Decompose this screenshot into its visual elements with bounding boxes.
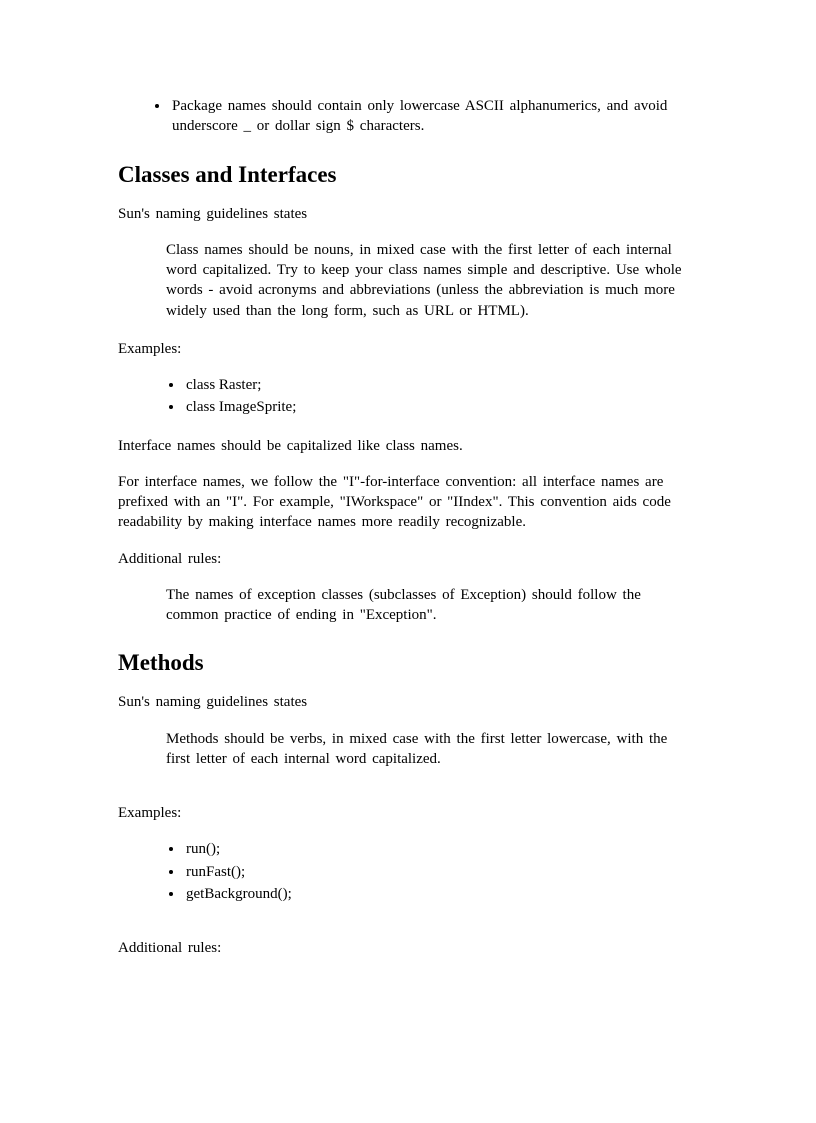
section1-intro: Sun's naming guidelines states (118, 204, 706, 224)
list-item: class ImageSprite; (184, 397, 706, 417)
section1-examples-list: class Raster; class ImageSprite; (118, 375, 706, 418)
section2-intro: Sun's naming guidelines states (118, 692, 706, 712)
bullet-text: Package names should contain only lowerc… (172, 98, 667, 134)
heading-classes-interfaces: Classes and Interfaces (118, 159, 706, 190)
list-item: class Raster; (184, 375, 706, 395)
section2-quote: Methods should be verbs, in mixed case w… (166, 729, 696, 770)
section2-examples-list: run(); runFast(); getBackground(); (118, 839, 706, 904)
heading-methods: Methods (118, 647, 706, 678)
example-text: runFast(); (186, 864, 245, 880)
example-text: class ImageSprite; (186, 399, 296, 415)
section1-para2: For interface names, we follow the "I"-f… (118, 472, 706, 533)
section2-examples-label: Examples: (118, 803, 706, 823)
section1-additional-label: Additional rules: (118, 549, 706, 569)
list-item: runFast(); (184, 862, 706, 882)
list-item: getBackground(); (184, 884, 706, 904)
list-item: Package names should contain only lowerc… (170, 96, 706, 137)
example-text: getBackground(); (186, 886, 292, 902)
section1-para1: Interface names should be capitalized li… (118, 436, 706, 456)
list-item: run(); (184, 839, 706, 859)
document-page: Package names should contain only lowerc… (0, 0, 816, 1070)
section2-additional-label: Additional rules: (118, 938, 706, 958)
section1-quote: Class names should be nouns, in mixed ca… (166, 240, 696, 321)
section1-examples-label: Examples: (118, 339, 706, 359)
example-text: class Raster; (186, 377, 261, 393)
example-text: run(); (186, 841, 220, 857)
section1-additional-quote: The names of exception classes (subclass… (166, 585, 696, 626)
intro-bullet-list: Package names should contain only lowerc… (118, 96, 706, 137)
